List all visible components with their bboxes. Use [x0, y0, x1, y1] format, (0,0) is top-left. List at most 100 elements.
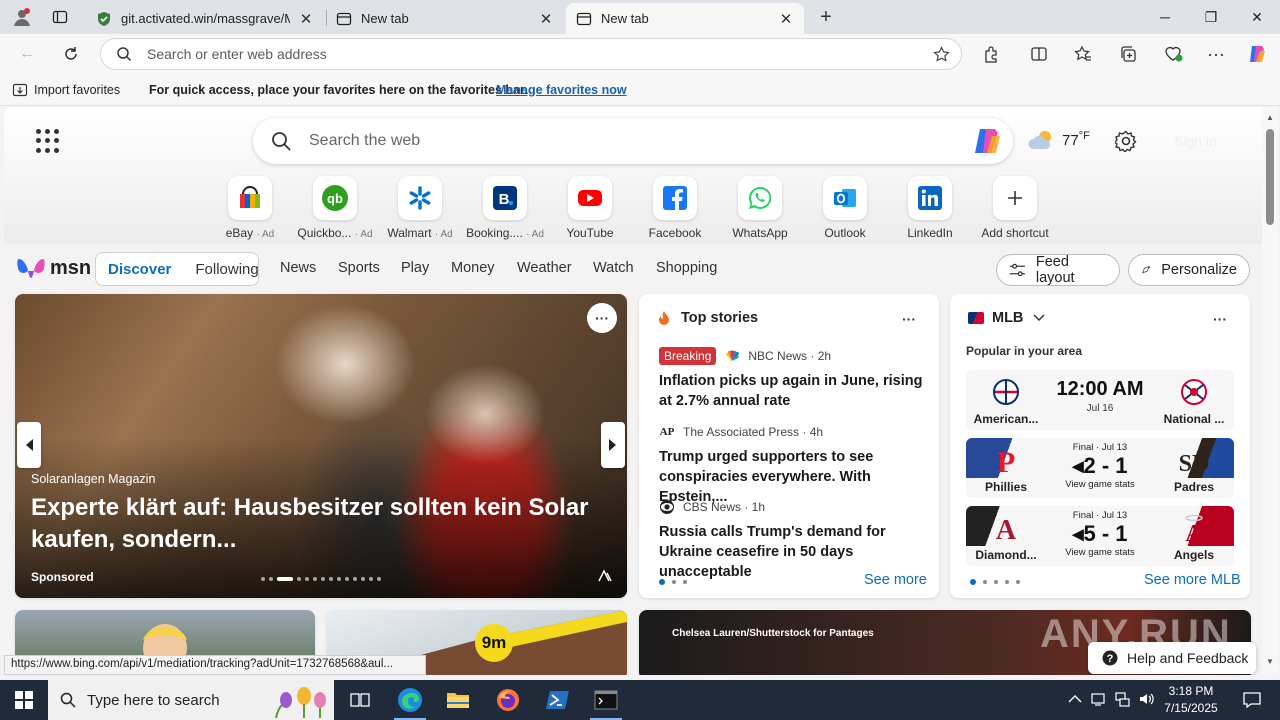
edge-taskbar-icon[interactable] — [386, 680, 434, 720]
view-game-stats-link[interactable]: View game stats — [1046, 479, 1154, 490]
game-row[interactable]: A Diamond... Final · Jul 13 ◂5 - 1 View … — [966, 506, 1234, 566]
hero-article-card[interactable]: ··· Solaranlagen Magazin Experte klärt a… — [15, 294, 627, 598]
refresh-button[interactable] — [56, 40, 86, 68]
close-tab-icon[interactable]: ✕ — [778, 11, 794, 28]
taskbar-clock[interactable]: 3:18 PM 7/15/2025 — [1160, 683, 1222, 717]
nav-sports[interactable]: Sports — [338, 260, 380, 276]
shortcut-label: Walmart — [387, 226, 432, 240]
see-more-link[interactable]: See more — [864, 572, 927, 588]
scrollbar-thumb[interactable] — [1266, 129, 1274, 225]
add-shortcut-button[interactable]: Add shortcut — [975, 176, 1055, 240]
manage-favorites-link[interactable]: Manage favorites now — [496, 83, 627, 97]
phillies-logo-icon: P — [966, 444, 1046, 476]
back-button[interactable]: ← — [12, 40, 42, 68]
network-device-icon[interactable] — [1090, 691, 1106, 710]
following-tab[interactable]: Following — [195, 261, 258, 278]
terminal-icon[interactable] — [582, 680, 630, 720]
card-more-options-icon[interactable]: ··· — [1205, 304, 1235, 334]
nav-play[interactable]: Play — [401, 260, 429, 276]
shortcut-outlook[interactable]: Outlook — [805, 176, 885, 240]
favorites-icon[interactable] — [1068, 40, 1098, 68]
shortcut-quickbooks[interactable]: qb Quickbo... · Ad — [295, 176, 375, 240]
page-settings-icon[interactable] — [1114, 129, 1138, 153]
network-icon[interactable] — [1114, 691, 1130, 710]
carousel-prev-button[interactable] — [17, 422, 41, 468]
file-explorer-icon[interactable] — [434, 680, 482, 720]
web-search-box[interactable]: Search the web — [253, 118, 1013, 164]
scroll-down-icon[interactable]: ▼ — [1266, 657, 1274, 666]
volume-icon[interactable] — [1138, 691, 1156, 710]
story-item[interactable]: AP The Associated Press · 4h Trump urged… — [659, 422, 924, 507]
split-screen-icon[interactable] — [1024, 40, 1054, 68]
carousel-next-button[interactable] — [601, 422, 625, 468]
card-more-options-icon[interactable]: ··· — [894, 304, 924, 334]
close-tab-icon[interactable]: ✕ — [298, 11, 314, 28]
restore-button[interactable]: ❐ — [1188, 0, 1234, 34]
ad-choices-icon[interactable] — [597, 569, 613, 583]
nav-watch[interactable]: Watch — [593, 260, 634, 276]
minimize-button[interactable]: ─ — [1142, 0, 1188, 34]
help-feedback-button[interactable]: ? Help and Feedback — [1088, 642, 1256, 674]
shortcut-youtube[interactable]: YouTube — [550, 176, 630, 240]
nav-news[interactable]: News — [280, 260, 316, 276]
shortcut-whatsapp[interactable]: WhatsApp — [720, 176, 800, 240]
card-more-options-icon[interactable]: ··· — [587, 303, 617, 333]
powershell-icon[interactable] — [534, 680, 582, 720]
page-scrollbar[interactable]: ▲ ▼ — [1262, 107, 1278, 675]
view-game-stats-link[interactable]: View game stats — [1046, 547, 1154, 558]
copilot-icon[interactable] — [963, 126, 1013, 156]
collections-icon[interactable] — [1113, 40, 1143, 68]
shortcut-label: eBay — [225, 226, 254, 240]
taskbar-search-box[interactable]: Type here to search — [48, 680, 334, 720]
story-item[interactable]: CBS News · 1h Russia calls Trump's deman… — [659, 497, 924, 582]
tulip-decoration-icon — [275, 687, 326, 718]
windows-taskbar: Type here to search 3:18 PM 7/15/2025 — [0, 680, 1280, 720]
quickbooks-icon: qb — [313, 176, 357, 220]
story-headline[interactable]: Inflation picks up again in June, rising… — [659, 371, 924, 411]
import-favorites-button[interactable]: Import favorites — [12, 82, 120, 98]
game-center: Final · Jul 13 ◂5 - 1 View game stats — [1046, 506, 1154, 566]
game-row[interactable]: P Phillies Final · Jul 13 ◂2 - 1 View ga… — [966, 438, 1234, 498]
notifications-icon[interactable] — [1232, 680, 1272, 720]
address-bar[interactable]: Search or enter web address — [100, 38, 962, 70]
tab-new-tab-1[interactable]: New tab ✕ — [326, 3, 564, 34]
see-more-mlb-link[interactable]: See more MLB — [1144, 572, 1241, 588]
profile-icon[interactable] — [10, 6, 34, 28]
shortcut-ebay[interactable]: eBay · Ad — [210, 176, 290, 240]
close-window-button[interactable]: ✕ — [1234, 0, 1280, 34]
browser-essentials-icon[interactable] — [1158, 40, 1188, 68]
tab-massgrave[interactable]: git.activated.win/massgrave/Micr ✕ — [86, 3, 324, 34]
sign-in-button[interactable]: Sign in — [1174, 133, 1217, 149]
settings-more-icon[interactable]: ··· — [1201, 40, 1231, 68]
shortcut-linkedin[interactable]: LinkedIn — [890, 176, 970, 240]
start-button[interactable] — [0, 680, 48, 720]
nav-shopping[interactable]: Shopping — [656, 260, 717, 276]
feed-layout-button[interactable]: Feed layout — [996, 254, 1120, 286]
mlb-header[interactable]: MLB — [968, 310, 1045, 326]
shortcut-booking[interactable]: B Booking.... · Ad — [465, 176, 545, 240]
shortcut-walmart[interactable]: Walmart · Ad — [380, 176, 460, 240]
hero-article-title[interactable]: Experte klärt auf: Hausbesitzer sollten … — [31, 492, 591, 556]
copilot-icon[interactable] — [1242, 40, 1272, 68]
nav-weather[interactable]: Weather — [517, 260, 572, 276]
favorite-star-icon[interactable] — [921, 45, 961, 63]
new-tab-plus-icon[interactable]: + — [814, 6, 838, 28]
discover-tab[interactable]: Discover — [108, 261, 171, 278]
show-hidden-icons[interactable] — [1068, 693, 1082, 707]
feed-toggle: Discover Following — [95, 252, 259, 286]
game-row[interactable]: American... 12:00 AM Jul 16 National ... — [966, 370, 1234, 430]
close-tab-icon[interactable]: ✕ — [538, 11, 554, 28]
nav-money[interactable]: Money — [451, 260, 495, 276]
task-view-icon[interactable] — [336, 680, 384, 720]
extensions-icon[interactable] — [976, 40, 1006, 68]
tab-new-tab-active[interactable]: New tab ✕ — [566, 3, 804, 34]
app-launcher-icon[interactable] — [36, 129, 60, 153]
firefox-icon[interactable] — [484, 680, 532, 720]
msn-logo[interactable]: msn — [16, 255, 91, 281]
weather-widget[interactable]: 77 °F — [1028, 129, 1090, 151]
scroll-up-icon[interactable]: ▲ — [1266, 113, 1274, 122]
story-item[interactable]: Breaking NBC News · 2h Inflation picks u… — [659, 346, 924, 411]
shortcut-facebook[interactable]: Facebook — [635, 176, 715, 240]
tab-actions-icon[interactable] — [48, 6, 72, 28]
personalize-button[interactable]: Personalize — [1128, 254, 1250, 286]
